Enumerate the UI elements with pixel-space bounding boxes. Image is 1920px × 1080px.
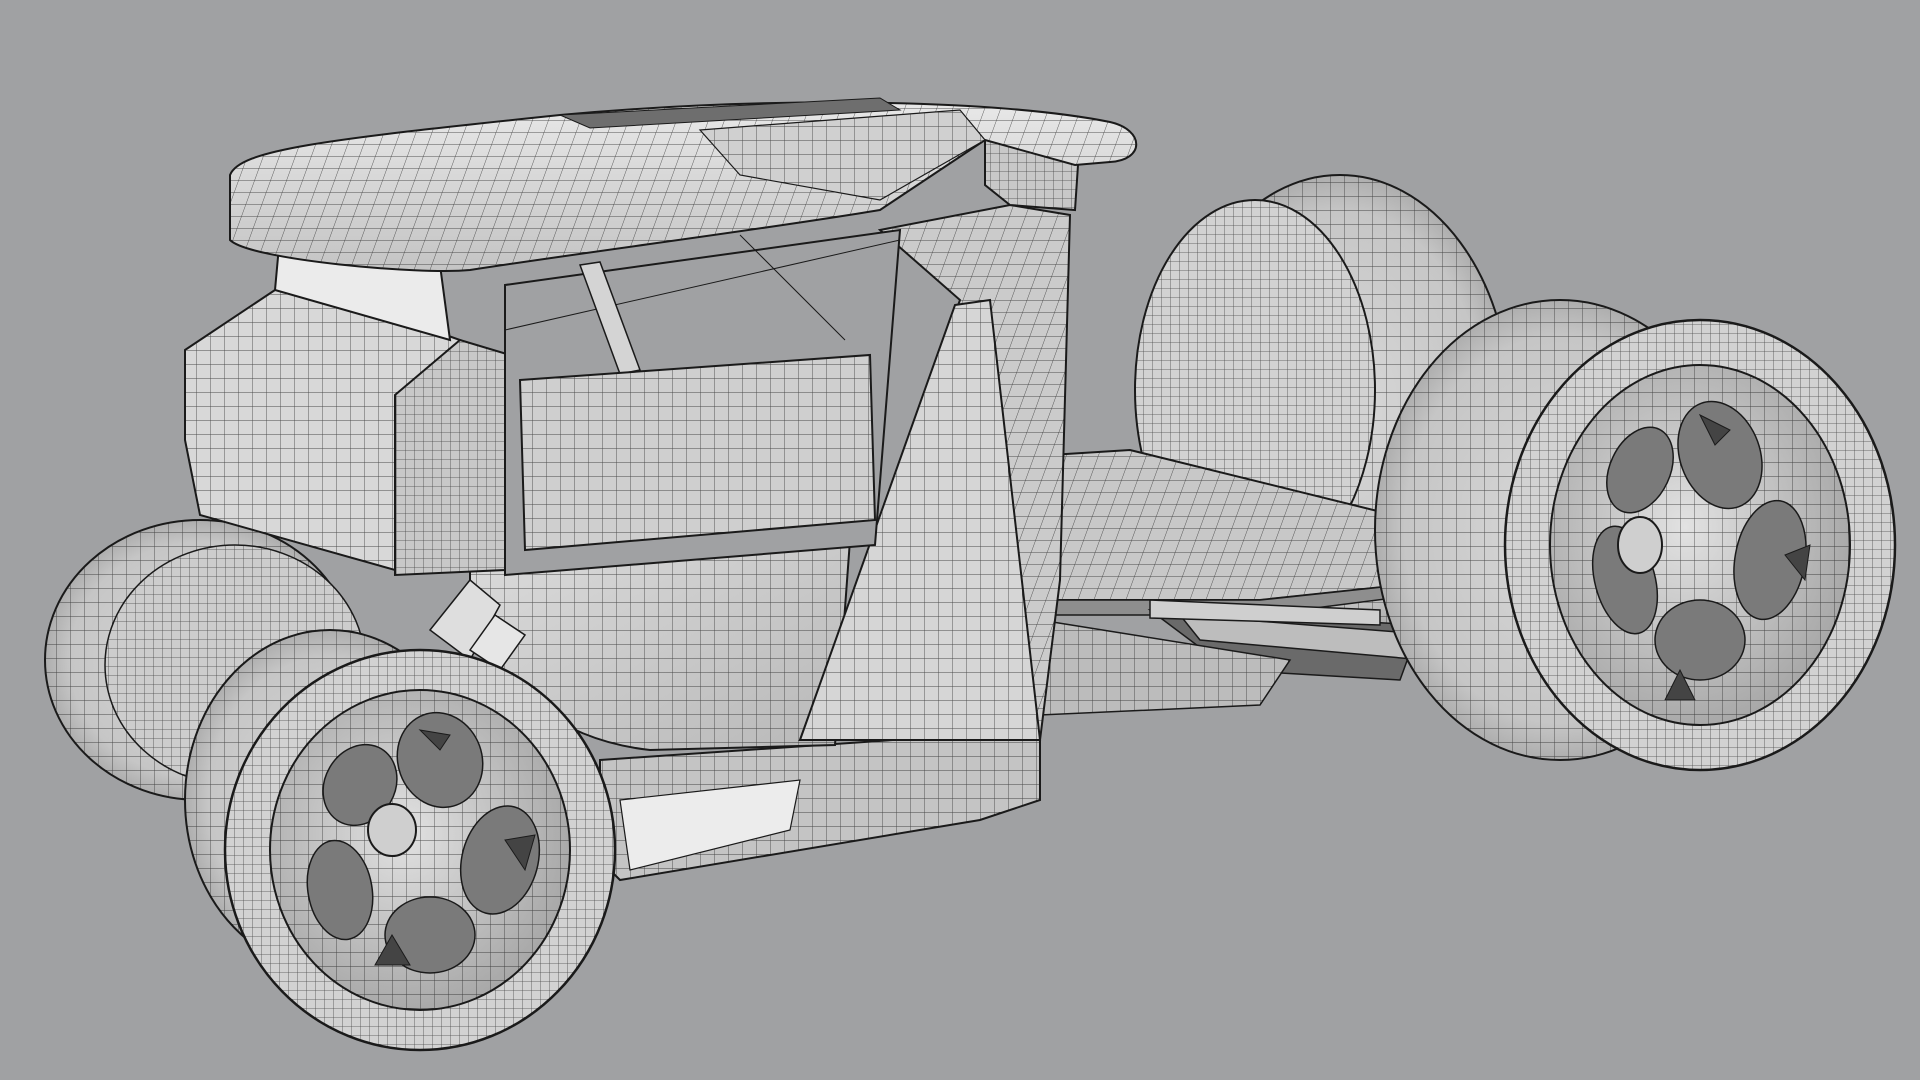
rear-wheel-near: [1374, 299, 1897, 772]
hood: [184, 233, 512, 577]
front-hub-cap: [367, 803, 417, 857]
3d-viewport[interactable]: [0, 0, 1920, 1080]
lower-body: [599, 728, 1041, 882]
rear-hub-cap: [1617, 516, 1663, 574]
wireframe-render: [44, 97, 1897, 1052]
